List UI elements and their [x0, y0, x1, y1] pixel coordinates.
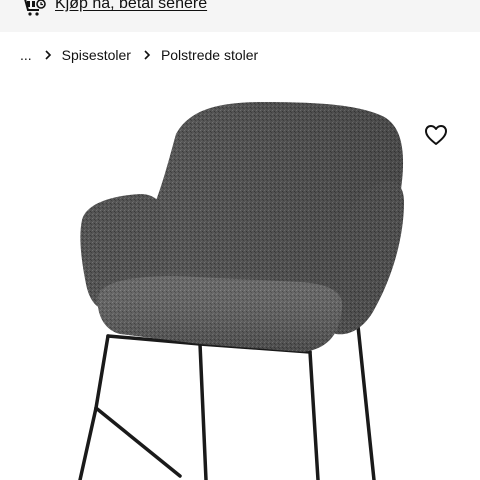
cart-clock-icon [21, 0, 46, 16]
breadcrumb: ... Spisestoler Polstrede stoler [20, 46, 258, 64]
breadcrumb-upholstered-chairs[interactable]: Polstrede stoler [161, 47, 258, 63]
buy-now-pay-later-link[interactable]: Kjøp nå, betal senere [55, 0, 207, 14]
heart-outline-icon [425, 125, 447, 145]
product-image[interactable] [0, 78, 480, 480]
product-page: Kjøp nå, betal senere ... Spisestoler Po… [0, 0, 480, 480]
add-to-favourites-button[interactable] [424, 124, 448, 146]
chevron-right-icon [144, 50, 151, 60]
chevron-right-icon [45, 50, 51, 60]
chair-legs [78, 324, 376, 480]
breadcrumb-dining-chairs[interactable]: Spisestoler [62, 47, 131, 63]
breadcrumb-more[interactable]: ... [20, 47, 32, 63]
promo-banner: Kjøp nå, betal senere [0, 0, 480, 32]
